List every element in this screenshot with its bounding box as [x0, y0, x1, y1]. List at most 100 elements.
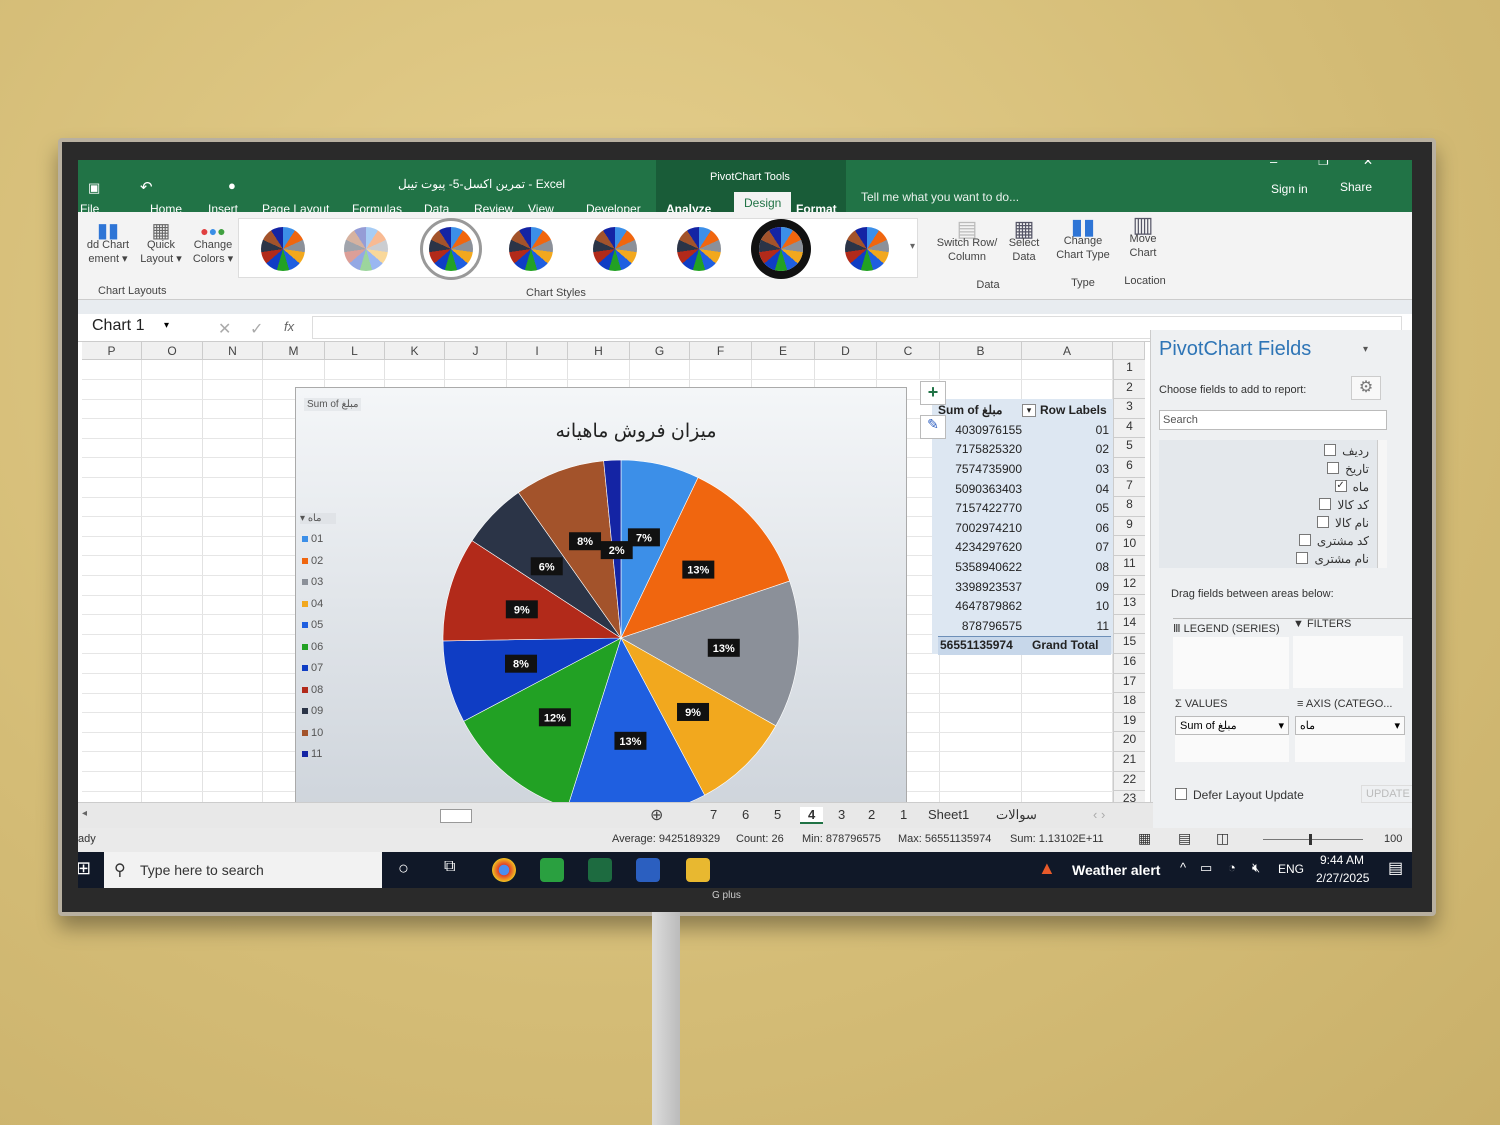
field-checkbox-item[interactable]: ردیف [1169, 444, 1369, 458]
scroll-left-icon[interactable]: ◂ [82, 808, 87, 819]
pivot-row-label-cell[interactable]: 02 [1022, 440, 1109, 459]
row-header-15[interactable]: 15 [1113, 634, 1145, 654]
gallery-more-icon[interactable]: ▾ [910, 241, 915, 252]
chart-style-thumbnail[interactable] [759, 227, 803, 271]
column-header-G[interactable]: G [630, 342, 690, 360]
quick-layout-button[interactable]: ▦ Quick Layout ▾ [136, 221, 186, 266]
pivot-row-label-cell[interactable]: 10 [1022, 597, 1109, 616]
add-chart-element-button[interactable]: ▮▮ dd Chart ement ▾ [78, 221, 138, 266]
row-header-21[interactable]: 21 [1113, 752, 1145, 772]
row-header-10[interactable]: 10 [1113, 536, 1145, 556]
checkbox[interactable] [1319, 498, 1332, 510]
page-layout-view-icon[interactable]: ▤ [1178, 830, 1191, 847]
zoom-slider-thumb[interactable] [1309, 834, 1312, 845]
row-header-11[interactable]: 11 [1113, 556, 1145, 576]
row-header-5[interactable]: 5 [1113, 438, 1145, 458]
grand-total-label[interactable]: Grand Total [1032, 636, 1098, 655]
column-header-J[interactable]: J [445, 342, 507, 360]
row-header-3[interactable]: 3 [1113, 399, 1145, 419]
row-header-12[interactable]: 12 [1113, 575, 1145, 596]
change-colors-button[interactable]: ●●● Change Colors ▾ [188, 224, 238, 266]
filters-area[interactable]: ▼ FILTERS [1293, 618, 1351, 630]
chart-style-thumbnail[interactable] [677, 227, 721, 271]
row-header-4[interactable]: 4 [1113, 418, 1145, 439]
minimize-icon[interactable]: – [1270, 160, 1277, 169]
defer-layout-checkbox[interactable]: Defer Layout Update [1175, 788, 1304, 802]
switch-row-column-button[interactable]: ▤ Switch Row/ Column [933, 218, 1001, 264]
pivot-row-label-cell[interactable]: 03 [1022, 460, 1109, 479]
grand-total-value[interactable]: 56551135974 [940, 636, 1013, 655]
zoom-slider[interactable] [1263, 834, 1363, 845]
sheet-tab-5[interactable]: 5 [774, 807, 781, 822]
row-header-2[interactable]: 2 [1113, 379, 1145, 400]
row-header-7[interactable]: 7 [1113, 477, 1145, 498]
dropdown-icon[interactable]: ▾ [1278, 719, 1284, 732]
function-icon[interactable]: fx [284, 319, 294, 334]
pivot-value-cell[interactable]: 3398923537 [942, 578, 1024, 597]
checkbox[interactable] [1327, 462, 1340, 474]
input-language[interactable]: ENG [1278, 862, 1304, 876]
pivot-value-cell[interactable]: 4030976155 [942, 421, 1024, 440]
sheet-scroll-icon[interactable]: ‹ › [1093, 807, 1105, 822]
checkbox[interactable] [1324, 444, 1337, 456]
column-header-P[interactable]: P [82, 342, 142, 360]
field-checkbox-item[interactable]: کد مشتری [1169, 534, 1369, 548]
column-header-E[interactable]: E [752, 342, 815, 360]
column-header-N[interactable]: N [203, 342, 263, 360]
row-header-19[interactable]: 19 [1113, 712, 1145, 733]
sign-in-link[interactable]: Sign in [1271, 182, 1308, 196]
row-header-22[interactable]: 22 [1113, 771, 1145, 792]
chart-styles-brush-button[interactable]: ✎ [920, 415, 946, 439]
task-view-icon[interactable]: ⧉ [444, 858, 455, 876]
page-break-view-icon[interactable]: ◫ [1216, 830, 1229, 847]
pivot-row-label-cell[interactable]: 07 [1022, 538, 1109, 557]
filters-drop-zone[interactable] [1293, 636, 1403, 688]
row-header-20[interactable]: 20 [1113, 732, 1145, 752]
zoom-level[interactable]: 100 [1384, 833, 1402, 845]
chart-style-thumbnail[interactable] [509, 227, 553, 271]
field-search-input[interactable]: Search [1159, 410, 1387, 430]
column-header-O[interactable]: O [142, 342, 203, 360]
cortana-icon[interactable]: ○ [398, 858, 409, 879]
share-button[interactable]: Share [1340, 180, 1372, 194]
new-sheet-button[interactable]: ⊕ [650, 805, 663, 825]
camtasia-icon[interactable] [540, 858, 564, 882]
column-header-K[interactable]: K [385, 342, 445, 360]
pivot-value-cell[interactable]: 4234297620 [942, 538, 1024, 557]
column-header-M[interactable]: M [263, 342, 325, 360]
chart-style-thumbnail[interactable] [593, 227, 637, 271]
pivot-value-cell[interactable]: 4647879862 [942, 597, 1024, 616]
pivot-filter-dropdown-icon[interactable]: ▾ [1022, 404, 1036, 418]
pivot-row-label-cell[interactable]: 09 [1022, 578, 1109, 597]
values-drop-zone[interactable]: Sum of مبلغ ▾ [1175, 716, 1289, 762]
pivot-row-label-cell[interactable]: 11 [1022, 617, 1109, 636]
sheet-tab-سوالات[interactable]: سوالات [996, 807, 1037, 823]
pivot-row-label-cell[interactable]: 04 [1022, 480, 1109, 499]
chart-style-thumbnail[interactable] [344, 227, 388, 271]
pivot-value-cell[interactable]: 5090363403 [942, 480, 1024, 499]
column-header-C[interactable]: C [877, 342, 940, 360]
field-checkbox-item[interactable]: نام کالا [1169, 516, 1369, 530]
start-button[interactable]: ⊞ [78, 858, 91, 879]
row-header-1[interactable]: 1 [1113, 360, 1145, 380]
sheet-tab-6[interactable]: 6 [742, 807, 749, 822]
cancel-icon[interactable]: ✕ [218, 319, 231, 339]
weather-alert-icon[interactable]: ▲ [1038, 858, 1056, 879]
column-header-F[interactable]: F [690, 342, 752, 360]
sheet-tab-2[interactable]: 2 [868, 807, 875, 822]
field-checkbox-item[interactable]: تاریخ [1169, 462, 1369, 476]
pivot-value-cell[interactable]: 878796575 [942, 617, 1024, 636]
taskbar-search-box[interactable]: ⚲ Type here to search [104, 852, 382, 888]
field-checkbox-item[interactable]: کد کالا [1169, 498, 1369, 512]
column-header-I[interactable]: I [507, 342, 568, 360]
row-header-9[interactable]: 9 [1113, 516, 1145, 537]
close-icon[interactable]: ✕ [1363, 160, 1373, 168]
checkbox[interactable] [1317, 516, 1330, 528]
excel-icon[interactable] [588, 858, 612, 882]
checkbox[interactable] [1296, 552, 1309, 564]
row-header-8[interactable]: 8 [1113, 497, 1145, 517]
pivot-value-cell[interactable]: 7574735900 [942, 460, 1024, 479]
sheet-tab-3[interactable]: 3 [838, 807, 845, 822]
column-header-D[interactable]: D [815, 342, 877, 360]
chart-style-thumbnail[interactable] [420, 218, 482, 280]
